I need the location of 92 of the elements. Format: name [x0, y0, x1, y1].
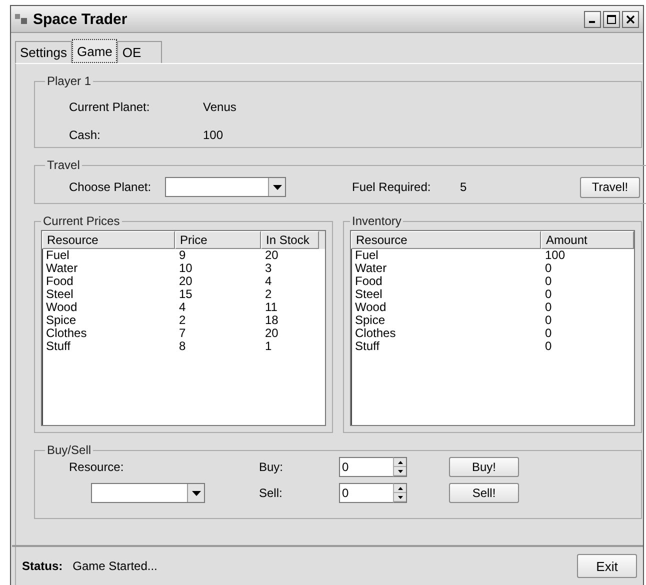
- column-header[interactable]: Resource: [42, 231, 175, 249]
- group-title: Buy/Sell: [46, 443, 92, 457]
- group-title: Player 1: [46, 74, 92, 88]
- table-cell: 20: [265, 326, 278, 340]
- table-cell: 15: [179, 287, 192, 301]
- travel-button[interactable]: Travel!: [580, 176, 640, 198]
- number-field[interactable]: 0: [339, 483, 393, 503]
- window-title: Space Trader: [33, 10, 128, 28]
- spin-down-button[interactable]: [394, 467, 406, 476]
- table-cell: 9: [179, 248, 186, 262]
- field-value: 5: [460, 180, 468, 194]
- dropdown[interactable]: [165, 177, 286, 197]
- table-cell: 0: [545, 287, 552, 301]
- column-header[interactable]: Price: [175, 231, 261, 249]
- app-icon: [15, 14, 27, 24]
- up-arrow-icon: [398, 486, 402, 490]
- field-value: Venus: [203, 100, 236, 114]
- spin-up-button[interactable]: [394, 458, 406, 467]
- table-cell: 2: [265, 287, 272, 301]
- field-label: Buy:: [259, 460, 284, 474]
- field-value: 100: [203, 128, 224, 142]
- maximize-icon: [607, 14, 616, 24]
- table-cell: 3: [265, 261, 272, 275]
- up-arrow-icon: [398, 460, 402, 464]
- dropdown[interactable]: [91, 483, 205, 503]
- spin-down-button[interactable]: [394, 493, 406, 502]
- table-cell: 100: [545, 248, 566, 262]
- field-label: Fuel Required:: [352, 180, 432, 194]
- table-cell: 0: [545, 326, 552, 340]
- table-cell: Clothes: [355, 326, 396, 340]
- table-cell: Stuff: [355, 339, 380, 353]
- field-label: Sell:: [259, 486, 284, 500]
- table-cell: 10: [179, 261, 192, 275]
- sell-button[interactable]: Sell!: [449, 483, 519, 503]
- group-title: Inventory: [351, 214, 402, 228]
- down-arrow-icon: [398, 470, 402, 472]
- exit-button[interactable]: Exit: [577, 554, 637, 578]
- tab[interactable]: Game: [72, 39, 118, 63]
- table-cell: Stuff: [46, 339, 70, 353]
- caret-icon: [272, 184, 282, 190]
- table-cell: 18: [265, 313, 278, 327]
- field-label: Cash:: [69, 128, 100, 142]
- table-cell: 0: [545, 261, 552, 275]
- table-cell: Spice: [355, 313, 386, 327]
- table-cell: 0: [545, 274, 552, 288]
- down-arrow-icon: [398, 496, 402, 498]
- table-cell: Water: [355, 261, 387, 275]
- field-label: Choose Planet:: [69, 180, 152, 194]
- list-view[interactable]: Resource Amount Fuel 100 Water 0 Food 0 Steel 0 Wood 0 Spice 0 Clothes 0 Stuff 0: [350, 230, 635, 426]
- table-cell: 11: [265, 300, 278, 314]
- table-cell: 4: [265, 274, 272, 288]
- table-cell: Clothes: [46, 326, 87, 340]
- group-title: Current Prices: [42, 214, 121, 228]
- tab[interactable]: OE: [117, 41, 162, 63]
- field-label: Resource:: [69, 460, 125, 474]
- table-cell: Spice: [46, 313, 76, 327]
- table-cell: 20: [179, 274, 192, 288]
- maximize-button[interactable]: [603, 10, 620, 28]
- minimize-button[interactable]: [584, 10, 601, 28]
- table-cell: 0: [545, 300, 552, 314]
- close-icon: [626, 14, 635, 24]
- table-cell: Wood: [46, 300, 78, 314]
- table-cell: Fuel: [355, 248, 378, 262]
- table-cell: 2: [179, 313, 186, 327]
- table-cell: Water: [46, 261, 78, 275]
- table-cell: Steel: [355, 287, 382, 301]
- column-header[interactable]: Amount: [541, 231, 634, 249]
- table-cell: 0: [545, 339, 552, 353]
- status-text: Game Started...: [72, 559, 158, 573]
- table-cell: Fuel: [46, 248, 70, 262]
- list-view[interactable]: Resource Price In Stock Fuel 9 20 Water 10 3 Food 20 4 Steel 15 2 Wood 4 11 Spice 2 18 Clothes 7 20 Stuff 8 1: [41, 230, 326, 426]
- group-title: Travel: [46, 158, 81, 172]
- table-cell: 4: [179, 300, 186, 314]
- column-header[interactable]: Resource: [351, 231, 541, 249]
- field-label: Current Planet:: [69, 100, 150, 114]
- table-cell: 1: [265, 339, 272, 353]
- table-cell: Food: [46, 274, 74, 288]
- close-button[interactable]: [622, 10, 639, 28]
- caret-icon: [192, 490, 200, 496]
- tab[interactable]: Settings: [15, 41, 72, 63]
- table-cell: Wood: [355, 300, 386, 314]
- table-cell: Food: [355, 274, 382, 288]
- table-cell: 20: [265, 248, 278, 262]
- table-cell: 0: [545, 313, 552, 327]
- buy-button[interactable]: Buy!: [449, 457, 519, 477]
- table-cell: 8: [179, 339, 186, 353]
- spin-up-button[interactable]: [394, 484, 406, 493]
- column-header[interactable]: In Stock: [261, 231, 319, 249]
- status-label: Status:: [22, 559, 63, 573]
- table-cell: Steel: [46, 287, 74, 301]
- number-field[interactable]: 0: [339, 457, 393, 477]
- table-cell: 7: [179, 326, 186, 340]
